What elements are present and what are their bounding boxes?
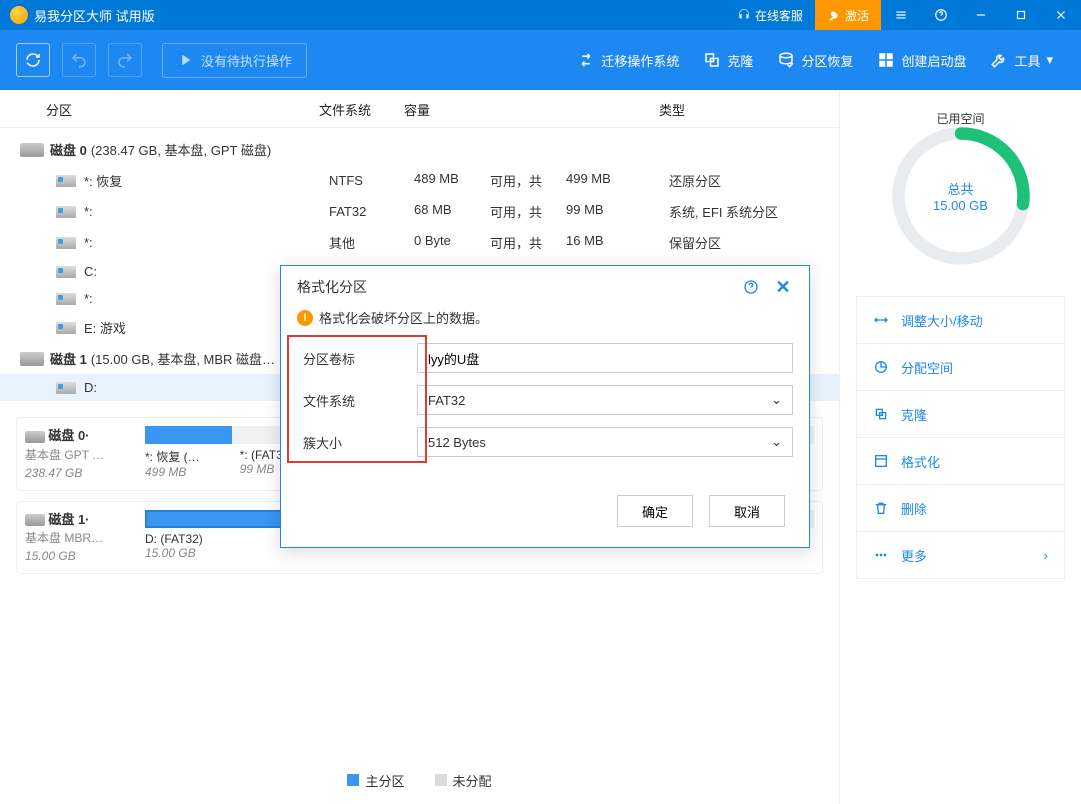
partition-segment[interactable]: [199, 426, 232, 444]
disk-icon: [25, 431, 45, 443]
diskmap-info: 磁盘 1· 基本盘 MBR… 15.00 GB: [25, 510, 135, 566]
app-logo-icon: [10, 6, 28, 24]
clone-button[interactable]: 克隆: [691, 30, 765, 90]
toolbar: 没有待执行操作 迁移操作系统 克隆 分区恢复 创建启动盘 工具 ▾: [0, 30, 1081, 90]
minimize-button[interactable]: [961, 0, 1001, 30]
disk-icon: [20, 352, 44, 366]
label-cluster: 簇大小: [297, 433, 417, 452]
cancel-button[interactable]: 取消: [709, 495, 785, 527]
close-button[interactable]: [1041, 0, 1081, 30]
partition-segment[interactable]: [145, 426, 199, 444]
volume-icon: [56, 293, 76, 305]
undo-button[interactable]: [62, 43, 96, 77]
gauge-center: 总共 15.00 GB: [933, 179, 988, 213]
tools-button[interactable]: 工具 ▾: [978, 30, 1065, 90]
warning-icon: !: [297, 310, 313, 326]
bootdisk-button[interactable]: 创建启动盘: [865, 30, 978, 90]
label-filesystem: 文件系统: [297, 391, 417, 410]
volume-row[interactable]: *: 恢复 NTFS 489 MB可用，共499 MB 还原分区: [0, 165, 839, 196]
dialog-title: 格式化分区: [297, 277, 367, 297]
volume-icon: [56, 382, 76, 394]
activate-button[interactable]: 激活: [815, 0, 881, 30]
dots-icon: [873, 547, 889, 563]
dialog-close-button[interactable]: ✕: [773, 277, 793, 297]
titlebar: 易我分区大师 试用版 在线客服 激活: [0, 0, 1081, 30]
dialog-warning: ! 格式化会破坏分区上的数据。: [281, 308, 809, 339]
volume-icon: [56, 266, 76, 278]
menu-button[interactable]: [881, 0, 921, 30]
chevron-right-icon: ›: [1044, 548, 1048, 563]
copy-icon: [873, 406, 889, 422]
pie-icon: [873, 359, 889, 375]
legend: 主分区 未分配: [0, 757, 839, 804]
recover-button[interactable]: 分区恢复: [765, 30, 865, 90]
maximize-button[interactable]: [1001, 0, 1041, 30]
label-volume: 分区卷标: [297, 349, 417, 368]
volume-icon: [56, 322, 76, 334]
volume-label-input[interactable]: [417, 343, 793, 373]
filesystem-select[interactable]: FAT32 ⌄: [417, 385, 793, 415]
disk-icon: [25, 514, 45, 526]
help-icon: [743, 279, 759, 295]
disk-row[interactable]: 磁盘 0 (238.47 GB, 基本盘, GPT 磁盘): [0, 134, 839, 165]
col-capacity: 容量: [404, 100, 659, 119]
col-type: 类型: [659, 100, 819, 119]
refresh-button[interactable]: [16, 43, 50, 77]
chevron-down-icon: ⌄: [771, 434, 782, 450]
help-icon: [934, 8, 948, 22]
op-clone[interactable]: 克隆: [856, 390, 1065, 438]
trash-icon: [873, 500, 889, 516]
redo-icon: [116, 51, 134, 69]
col-partition: 分区: [46, 100, 319, 119]
close-icon: [1054, 8, 1068, 22]
wrench-icon: [990, 51, 1008, 69]
dialog-help-button[interactable]: [741, 277, 761, 297]
recover-icon: [777, 51, 795, 69]
bootdisk-icon: [877, 51, 895, 69]
help-button[interactable]: [921, 0, 961, 30]
list-icon: [894, 8, 908, 22]
usage-gauge: 已用空间 4.07 GB 总共 15.00 GB: [881, 116, 1041, 276]
operations: 调整大小/移动 分配空间 克隆 格式化 删除 更多: [856, 296, 1065, 578]
key-icon: [827, 8, 841, 22]
volume-icon: [56, 206, 76, 218]
support-button[interactable]: 在线客服: [725, 0, 815, 30]
refresh-icon: [24, 51, 42, 69]
volume-icon: [56, 175, 76, 187]
undo-icon: [70, 51, 88, 69]
op-resize[interactable]: 调整大小/移动: [856, 296, 1065, 344]
op-format[interactable]: 格式化: [856, 437, 1065, 485]
cluster-size-select[interactable]: 512 Bytes ⌄: [417, 427, 793, 457]
redo-button[interactable]: [108, 43, 142, 77]
volume-icon: [56, 237, 76, 249]
op-allocate[interactable]: 分配空间: [856, 343, 1065, 391]
diskmap-info: 磁盘 0· 基本盘 GPT … 238.47 GB: [25, 426, 135, 482]
app-title: 易我分区大师 试用版: [34, 6, 155, 25]
op-delete[interactable]: 删除: [856, 484, 1065, 532]
resize-icon: [873, 312, 889, 328]
disk-icon: [20, 143, 44, 157]
migrate-icon: [577, 51, 595, 69]
maximize-icon: [1014, 8, 1028, 22]
headset-icon: [737, 8, 751, 22]
legend-primary: 主分区: [347, 771, 404, 790]
volume-row[interactable]: *: 其他 0 Byte可用，共16 MB 保留分区: [0, 227, 839, 258]
legend-unalloc: 未分配: [435, 771, 492, 790]
ok-button[interactable]: 确定: [617, 495, 693, 527]
pending-status: 没有待执行操作: [162, 43, 307, 78]
minimize-icon: [974, 8, 988, 22]
migrate-os-button[interactable]: 迁移操作系统: [565, 30, 691, 90]
segment-label: *: 恢复 (…499 MB: [145, 448, 200, 479]
segment-label: D: (FAT32)15.00 GB: [145, 532, 203, 560]
column-headers: 分区 文件系统 容量 类型: [0, 90, 839, 128]
clone-icon: [703, 51, 721, 69]
format-icon: [873, 453, 889, 469]
chevron-down-icon: ▾: [1046, 52, 1053, 68]
volume-row[interactable]: *: FAT32 68 MB可用，共99 MB 系统, EFI 系统分区: [0, 196, 839, 227]
op-more[interactable]: 更多 ›: [856, 531, 1065, 579]
format-dialog: 格式化分区 ✕ ! 格式化会破坏分区上的数据。 分区卷标 文件系统 FAT32 …: [280, 265, 810, 548]
play-icon: [177, 51, 195, 69]
chevron-down-icon: ⌄: [771, 392, 782, 408]
col-filesystem: 文件系统: [319, 100, 404, 119]
